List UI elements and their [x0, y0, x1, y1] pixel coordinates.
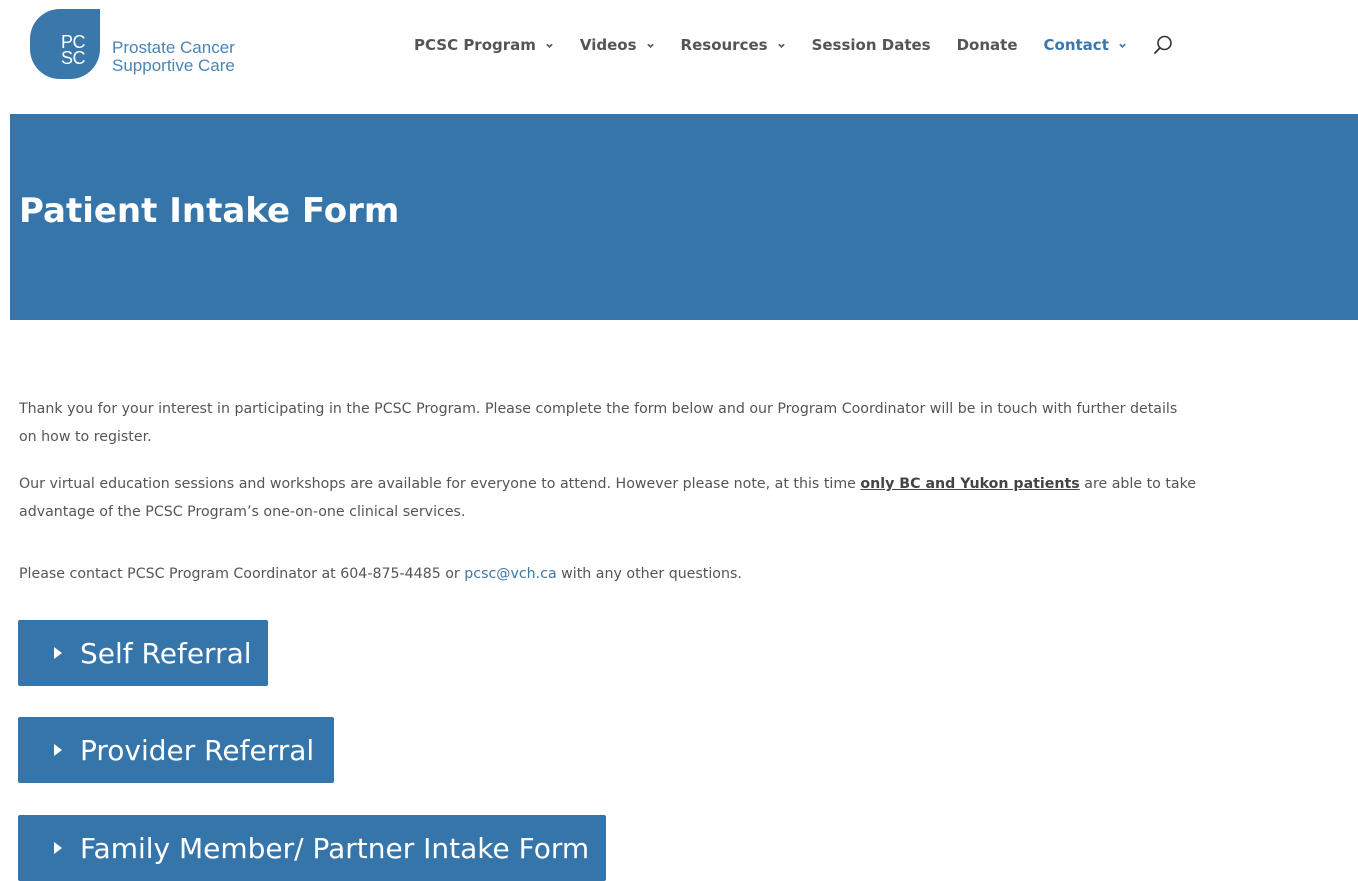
nav-item-label: Contact: [1043, 36, 1109, 54]
logo-text-line2: Supportive Care: [112, 56, 235, 75]
nav-item-resources[interactable]: Resources: [681, 36, 786, 54]
contact-paragraph: Please contact PCSC Program Coordinator …: [19, 560, 1199, 588]
search-icon[interactable]: [1151, 33, 1175, 57]
chevron-down-icon: [646, 43, 654, 48]
family-intake-toggle[interactable]: Family Member/ Partner Intake Form: [18, 815, 606, 881]
nav-item-label: Session Dates: [811, 36, 931, 54]
nav-item-session-dates[interactable]: Session Dates: [812, 36, 931, 54]
nav-item-label: PCSC Program: [414, 36, 536, 54]
caret-right-icon: [54, 647, 62, 659]
nav-item-donate[interactable]: Donate: [957, 36, 1018, 54]
chevron-down-icon: [1119, 43, 1126, 48]
logo-mark: PC SC: [30, 9, 100, 79]
eligibility-text-before: Our virtual education sessions and works…: [19, 476, 861, 492]
site-header: PC SC Prostate Cancer Supportive Care PC…: [0, 0, 1358, 90]
chevron-down-icon: [546, 43, 553, 48]
nav-item-pcsc-program[interactable]: PCSC Program: [414, 36, 554, 54]
logo-mark-text: PC SC: [61, 33, 86, 68]
logo-text-line1: Prostate Cancer: [112, 38, 235, 57]
caret-right-icon: [54, 744, 62, 756]
accordion-label: Provider Referral: [80, 733, 315, 767]
caret-right-icon: [54, 842, 62, 854]
eligibility-paragraph: Our virtual education sessions and works…: [19, 470, 1199, 526]
contact-text-after: with any other questions.: [556, 566, 742, 582]
nav-item-videos[interactable]: Videos: [580, 36, 655, 54]
contact-text-before: Please contact PCSC Program Coordinator …: [19, 566, 465, 582]
eligibility-link[interactable]: only BC and Yukon patients: [860, 476, 1079, 492]
page-banner: Patient Intake Form: [10, 114, 1358, 320]
provider-referral-toggle[interactable]: Provider Referral: [18, 717, 334, 783]
page-title: Patient Intake Form: [19, 191, 400, 231]
logo-text: Prostate Cancer Supportive Care: [112, 39, 235, 75]
site-logo[interactable]: PC SC Prostate Cancer Supportive Care: [30, 9, 270, 81]
main-nav: PCSC Program Videos Resources Session Da…: [414, 33, 1175, 57]
logo-mark-line2: SC: [61, 48, 86, 68]
nav-item-label: Videos: [579, 36, 637, 54]
accordion-label: Self Referral: [80, 636, 252, 670]
chevron-down-icon: [777, 43, 785, 48]
intro-paragraph: Thank you for your interest in participa…: [19, 401, 1178, 445]
nav-item-label: Donate: [956, 36, 1018, 54]
nav-item-label: Resources: [680, 36, 768, 54]
nav-item-contact[interactable]: Contact: [1044, 36, 1127, 54]
email-link[interactable]: pcsc@vch.ca: [464, 566, 556, 582]
accordion-label: Family Member/ Partner Intake Form: [80, 831, 590, 865]
self-referral-toggle[interactable]: Self Referral: [18, 620, 268, 686]
